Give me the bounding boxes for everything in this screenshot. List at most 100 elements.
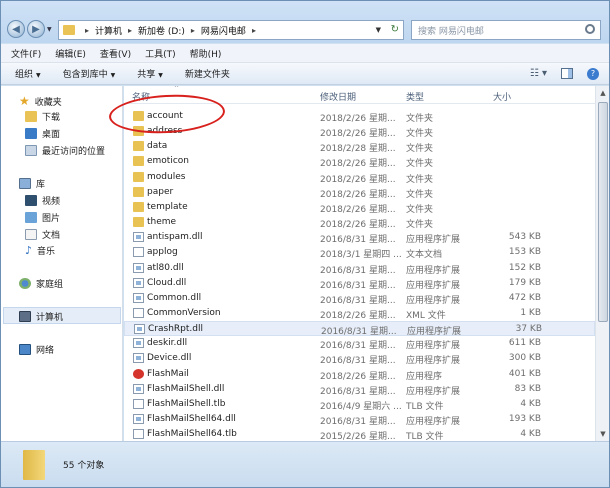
include-library-button[interactable]: 包含到库中 ▼: [63, 67, 116, 80]
file-row[interactable]: FlashMailShell64.tlb 2015/2/26 星期... TLB 文…: [124, 427, 595, 441]
menu-tools[interactable]: 工具(T): [145, 47, 176, 60]
back-button[interactable]: ◀: [7, 20, 25, 38]
file-row[interactable]: applog 2018/3/1 星期四 ... 文本文档 153 KB: [124, 245, 595, 260]
file-row[interactable]: data 2018/2/28 星期... 文件夹: [124, 139, 595, 154]
large-folder-icon: [23, 450, 45, 480]
nav-desktop[interactable]: 桌面: [25, 127, 60, 140]
file-row[interactable]: FlashMailShell64.dll 2016/8/31 星期... 应用程序扩…: [124, 412, 595, 427]
file-row[interactable]: FlashMail 2018/2/26 星期... 应用程序 401 KB: [124, 367, 595, 382]
nav-homegroup[interactable]: 家庭组: [19, 277, 63, 290]
breadcrumb-drive[interactable]: 新加卷 (D:): [138, 24, 185, 37]
file-name: data: [147, 141, 168, 152]
help-icon[interactable]: ?: [587, 68, 599, 80]
folder-file-icon: [133, 171, 144, 182]
file-row[interactable]: emoticon 2018/2/26 星期... 文件夹: [124, 154, 595, 169]
file-row[interactable]: antispam.dll 2016/8/31 星期... 应用程序扩展 543 KB: [124, 230, 595, 245]
folder-file-icon: [133, 141, 144, 152]
nav-downloads[interactable]: 下载: [25, 110, 60, 123]
file-row[interactable]: deskir.dll 2016/8/31 星期... 应用程序扩展 611 KB: [124, 336, 595, 351]
breadcrumb-computer[interactable]: 计算机: [95, 24, 122, 37]
search-icon: [585, 24, 595, 34]
file-date: 2016/8/31 星期...: [320, 341, 396, 352]
folder-icon: [63, 25, 75, 35]
file-type: 文件夹: [406, 174, 434, 185]
scroll-thumb[interactable]: [598, 102, 608, 322]
file-name: theme: [147, 217, 177, 228]
vertical-scrollbar[interactable]: ▲ ▼: [595, 86, 609, 441]
address-bar[interactable]: ▸ 计算机 ▸ 新加卷 (D:) ▸ 网易闪电邮 ▸ ▼ ↻: [58, 20, 404, 40]
menu-view[interactable]: 查看(V): [100, 47, 131, 60]
nav-favorites[interactable]: ★ 收藏夹: [19, 94, 62, 108]
column-date[interactable]: 修改日期: [320, 90, 356, 103]
file-row[interactable]: Cloud.dll 2016/8/31 星期... 应用程序扩展 179 KB: [124, 276, 595, 291]
history-dropdown-icon[interactable]: ▼: [47, 26, 52, 33]
folder-file-icon: [133, 156, 144, 167]
desktop-icon: [25, 128, 37, 139]
file-type: 文本文档: [406, 250, 443, 261]
file-row[interactable]: theme 2018/2/26 星期... 文件夹: [124, 215, 595, 230]
file-row[interactable]: paper 2018/2/26 星期... 文件夹: [124, 185, 595, 200]
file-date: 2018/2/26 星期...: [320, 129, 396, 140]
file-row[interactable]: template 2018/2/26 星期... 文件夹: [124, 200, 595, 215]
organize-button[interactable]: 组织 ▼: [15, 67, 41, 80]
tlb-file-icon: [133, 429, 144, 440]
file-date: 2018/2/26 星期...: [320, 189, 396, 200]
menu-file[interactable]: 文件(F): [11, 47, 41, 60]
file-type: 应用程序扩展: [406, 386, 461, 397]
navigation-pane: ★ 收藏夹 下载 桌面 最近访问的位置 库 视频 图片 文档 ♪ 音乐 家庭组 计算…: [1, 86, 123, 441]
file-size: 4 KB: [520, 429, 541, 440]
file-row[interactable]: Common.dll 2016/8/31 星期... 应用程序扩展 472 KB: [124, 291, 595, 306]
file-type: 应用程序扩展: [406, 295, 461, 306]
nav-videos[interactable]: 视频: [25, 194, 60, 207]
file-date: 2018/2/26 星期...: [320, 310, 396, 321]
nav-pictures[interactable]: 图片: [25, 211, 60, 224]
preview-pane-icon[interactable]: [561, 68, 573, 79]
file-row[interactable]: CrashRpt.dll 2016/8/31 星期... 应用程序扩展 37 KB: [124, 321, 595, 337]
menu-edit[interactable]: 编辑(E): [55, 47, 86, 60]
file-name: emoticon: [147, 156, 189, 167]
file-row[interactable]: FlashMailShell.tlb 2016/4/9 星期六 ... TLB 文件…: [124, 397, 595, 412]
documents-icon: [25, 229, 37, 240]
computer-icon: [19, 311, 31, 322]
file-type: 文件夹: [406, 114, 434, 124]
file-size: 1 KB: [520, 307, 541, 318]
command-bar: 组织 ▼ 包含到库中 ▼ 共享 ▼ 新建文件夹 ☷ ▾ ?: [1, 63, 609, 85]
new-folder-button[interactable]: 新建文件夹: [185, 67, 230, 80]
scroll-down-icon[interactable]: ▼: [596, 427, 610, 441]
search-input[interactable]: 搜索 网易闪电邮: [411, 20, 601, 40]
share-button[interactable]: 共享 ▼: [137, 67, 163, 80]
scroll-up-icon[interactable]: ▲: [596, 86, 610, 100]
file-date: 2018/2/26 星期...: [320, 114, 396, 124]
file-name: FlashMail: [147, 368, 189, 379]
nav-music[interactable]: ♪ 音乐: [25, 244, 55, 257]
tlb-file-icon: [133, 398, 144, 409]
xml-file-icon: [133, 307, 144, 318]
view-options-icon[interactable]: ☷ ▾: [530, 68, 547, 80]
nav-computer[interactable]: 计算机: [19, 310, 63, 323]
dll-file-icon: [133, 383, 144, 394]
nav-recent[interactable]: 最近访问的位置: [25, 144, 105, 157]
file-row[interactable]: FlashMailShell.dll 2016/8/31 星期... 应用程序扩展 8…: [124, 382, 595, 397]
column-type[interactable]: 类型: [406, 90, 424, 103]
nav-libraries[interactable]: 库: [19, 177, 45, 190]
file-row[interactable]: Device.dll 2016/8/31 星期... 应用程序扩展 300 KB: [124, 351, 595, 366]
file-name: FlashMailShell.tlb: [147, 398, 226, 409]
dll-file-icon: [133, 338, 144, 349]
column-size[interactable]: 大小: [493, 90, 511, 103]
file-row[interactable]: atl80.dll 2016/8/31 星期... 应用程序扩展 152 KB: [124, 261, 595, 276]
address-dropdown-icon[interactable]: ▼: [376, 26, 381, 34]
refresh-icon[interactable]: ↻: [391, 24, 399, 35]
nav-documents[interactable]: 文档: [25, 228, 60, 241]
chevron-down-icon: ▼: [110, 72, 116, 79]
file-name: modules: [147, 171, 186, 182]
txt-file-icon: [133, 247, 144, 258]
forward-button[interactable]: ▶: [27, 20, 45, 38]
file-type: 应用程序扩展: [406, 356, 461, 367]
nav-network[interactable]: 网络: [19, 343, 54, 356]
back-arrow-icon: ◀: [12, 23, 20, 35]
file-row[interactable]: modules 2018/2/26 星期... 文件夹: [124, 170, 595, 185]
breadcrumb-folder[interactable]: 网易闪电邮: [201, 24, 246, 37]
menu-help[interactable]: 帮助(H): [190, 47, 222, 60]
file-row[interactable]: CommonVersion 2018/2/26 星期... XML 文件 1 KB: [124, 306, 595, 321]
sort-arrow-icon: ^: [174, 86, 180, 92]
